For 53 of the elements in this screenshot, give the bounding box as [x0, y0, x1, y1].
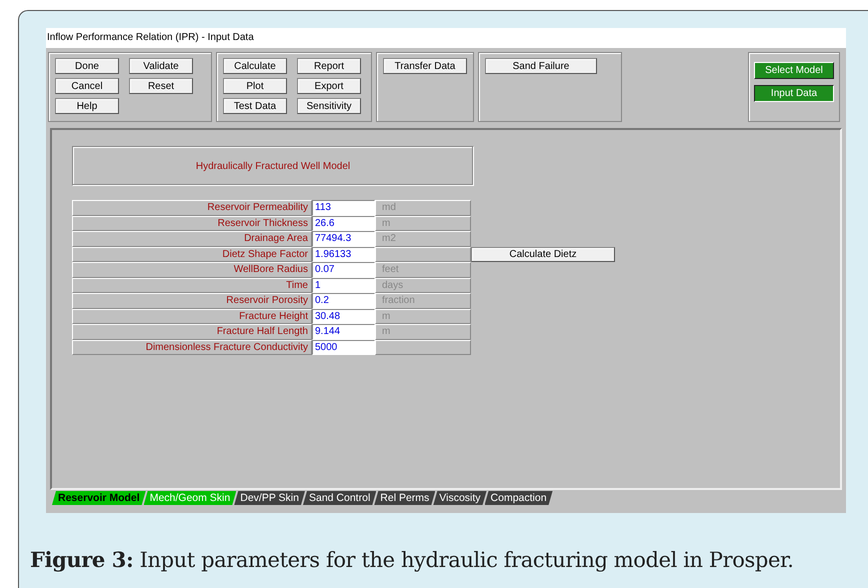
toolbar-button[interactable]: Transfer Data — [383, 58, 467, 74]
parameter-label: Time — [72, 278, 312, 293]
tab[interactable]: Reservoir Model — [52, 491, 146, 505]
value-field[interactable]: 113 — [312, 200, 375, 216]
unit-label: md — [375, 200, 471, 216]
unit-label: m — [375, 216, 471, 231]
model-title: Hydraulically Fractured Well Model — [72, 146, 474, 186]
value-field[interactable]: 1.96133 — [312, 246, 375, 262]
parameter-label: Drainage Area — [72, 231, 312, 246]
toolbar-button[interactable]: Calculate — [223, 58, 287, 74]
unit-label: m — [375, 324, 471, 340]
tab[interactable]: Viscosity — [433, 491, 487, 505]
unit-label: days — [375, 278, 471, 293]
parameter-label: Dietz Shape Factor — [72, 246, 312, 262]
unit-label: m — [375, 308, 471, 324]
toolbar-button[interactable]: Help — [55, 98, 119, 114]
value-field[interactable]: 5000 — [312, 340, 375, 355]
figure-caption: Figure 3: Input parameters for the hydraulic fracturing model in Prosper. — [30, 547, 794, 572]
unit-label: fraction — [375, 293, 471, 308]
value-field[interactable]: 77494.3 — [312, 231, 375, 246]
toolbar-button[interactable]: Reset — [129, 78, 193, 94]
parameter-label: Fracture Height — [72, 308, 312, 324]
value-field[interactable]: 30.48 — [312, 308, 375, 324]
model-button[interactable]: Select Model — [754, 62, 834, 79]
value-field[interactable]: 26.6 — [312, 216, 375, 231]
parameter-label: WellBore Radius — [72, 262, 312, 278]
value-field[interactable]: 0.07 — [312, 262, 375, 278]
parameter-label: Fracture Half Length — [72, 324, 312, 340]
parameter-label: Dimensionless Fracture Conductivity — [72, 340, 312, 355]
calculate-button[interactable]: Calculate Dietz — [471, 246, 615, 262]
parameter-label: Reservoir Porosity — [72, 293, 312, 308]
value-field[interactable]: 9.144 — [312, 324, 375, 340]
tab[interactable]: Compaction — [484, 491, 553, 505]
toolbar-button[interactable]: Done — [55, 58, 119, 74]
window-title: Inflow Performance Relation (IPR) - Input Data — [46, 28, 846, 48]
parameter-label: Reservoir Permeability — [72, 200, 312, 216]
model-button[interactable]: Input Data — [754, 85, 834, 102]
unit-label: feet — [375, 262, 471, 278]
tab[interactable]: Dev/PP Skin — [234, 491, 305, 505]
toolbar-button[interactable]: Export — [297, 78, 361, 94]
toolbar-button[interactable]: Report — [297, 58, 361, 74]
toolbar-button[interactable]: Sensitivity — [297, 98, 361, 114]
toolbar-button[interactable]: Validate — [129, 58, 193, 74]
toolbar-button[interactable]: Sand Failure — [485, 58, 597, 74]
tab[interactable]: Sand Control — [302, 491, 376, 505]
value-field[interactable]: 0.2 — [312, 293, 375, 308]
parameter-label: Reservoir Thickness — [72, 216, 312, 231]
toolbar-button[interactable]: Cancel — [55, 78, 119, 94]
unit-label: m2 — [375, 231, 471, 246]
tab[interactable]: Rel Perms — [374, 491, 436, 505]
toolbar-button[interactable]: Test Data — [223, 98, 287, 114]
toolbar-button[interactable]: Plot — [223, 78, 287, 94]
value-field[interactable]: 1 — [312, 278, 375, 293]
